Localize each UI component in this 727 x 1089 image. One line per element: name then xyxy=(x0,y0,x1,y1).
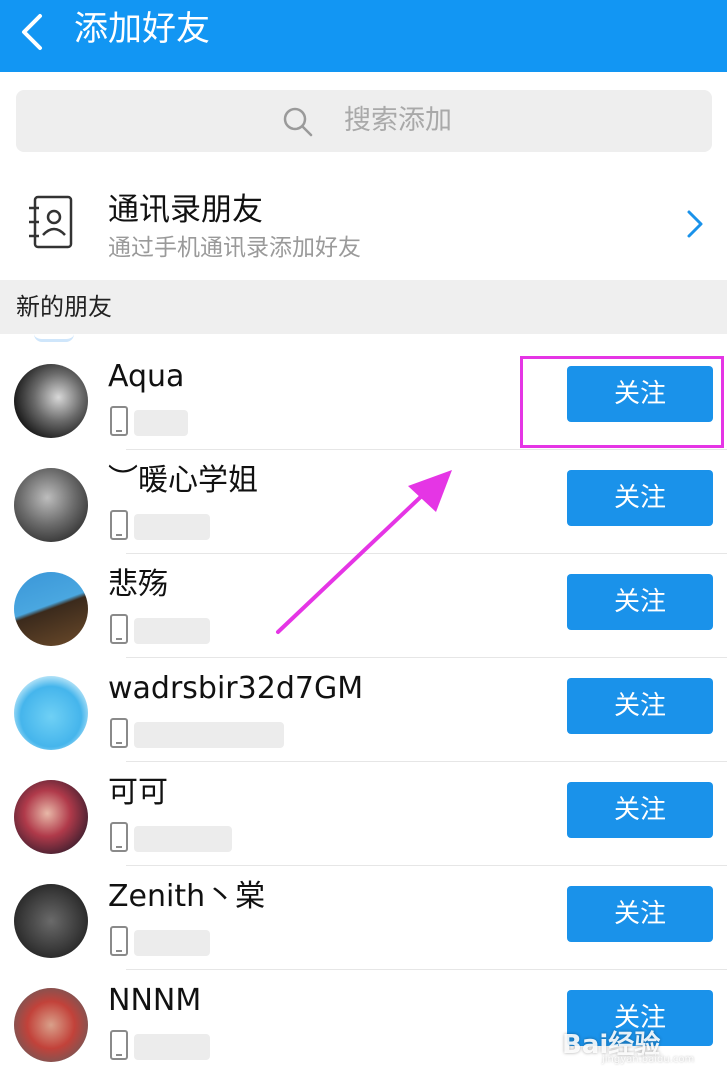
phone-icon xyxy=(110,406,128,436)
section-header: 新的朋友 xyxy=(0,280,727,334)
phone-icon xyxy=(110,510,128,540)
page-title: 添加好友 xyxy=(74,9,210,49)
follow-button[interactable]: 关注 xyxy=(567,470,713,526)
list-item: 可可 关注 xyxy=(0,762,727,866)
friend-name: 悲殇 xyxy=(108,567,168,602)
phone-icon xyxy=(110,718,128,748)
masked-number xyxy=(134,514,210,540)
avatar xyxy=(14,468,88,542)
masked-number xyxy=(134,1034,210,1060)
list-item: ︶暖心学姐 关注 xyxy=(0,450,727,554)
follow-button[interactable]: 关注 xyxy=(567,678,713,734)
masked-number xyxy=(134,722,284,748)
follow-button[interactable]: 关注 xyxy=(567,886,713,942)
phone-icon xyxy=(110,1030,128,1060)
friend-name: ︶暖心学姐 xyxy=(108,463,258,498)
friend-name: Zenith丶棠 xyxy=(108,879,266,914)
masked-number xyxy=(134,618,210,644)
chevron-right-icon xyxy=(687,210,703,238)
follow-button[interactable]: 关注 xyxy=(567,574,713,630)
watermark-logo: Bai经验 jingyan.baidu.com xyxy=(562,1004,722,1066)
avatar xyxy=(14,572,88,646)
list-item: wadrsbir32d7GM 关注 xyxy=(0,658,727,762)
friend-name: NNNM xyxy=(108,983,202,1018)
list-item: Zenith丶棠 关注 xyxy=(0,866,727,970)
partial-avatar xyxy=(34,334,74,342)
address-book-icon xyxy=(29,195,73,249)
phone-icon xyxy=(110,926,128,956)
list-item: 悲殇 关注 xyxy=(0,554,727,658)
avatar xyxy=(14,676,88,750)
watermark-subtext: jingyan.baidu.com xyxy=(602,1054,695,1065)
friend-name: wadrsbir32d7GM xyxy=(108,671,364,706)
contacts-friends-item[interactable]: 通讯录朋友 通过手机通讯录添加好友 xyxy=(0,168,727,280)
masked-number xyxy=(134,826,232,852)
search-input[interactable]: 搜索添加 xyxy=(16,90,712,152)
search-icon xyxy=(283,107,313,137)
header-bar: 添加好友 xyxy=(0,0,727,72)
search-section: 搜索添加 xyxy=(0,72,727,168)
avatar xyxy=(14,780,88,854)
masked-number xyxy=(134,930,210,956)
annotation-highlight-box xyxy=(520,356,724,448)
chevron-left-icon[interactable] xyxy=(14,8,54,56)
masked-number xyxy=(134,410,188,436)
search-placeholder: 搜索添加 xyxy=(344,105,452,136)
friend-name: Aqua xyxy=(108,359,185,394)
phone-icon xyxy=(110,614,128,644)
avatar xyxy=(14,884,88,958)
phone-icon xyxy=(110,822,128,852)
avatar xyxy=(14,364,88,438)
follow-button[interactable]: 关注 xyxy=(567,782,713,838)
section-label: 新的朋友 xyxy=(16,293,112,321)
avatar xyxy=(14,988,88,1062)
friend-name: 可可 xyxy=(108,775,168,810)
contacts-subtitle: 通过手机通讯录添加好友 xyxy=(108,235,361,261)
contacts-title: 通讯录朋友 xyxy=(108,192,263,228)
